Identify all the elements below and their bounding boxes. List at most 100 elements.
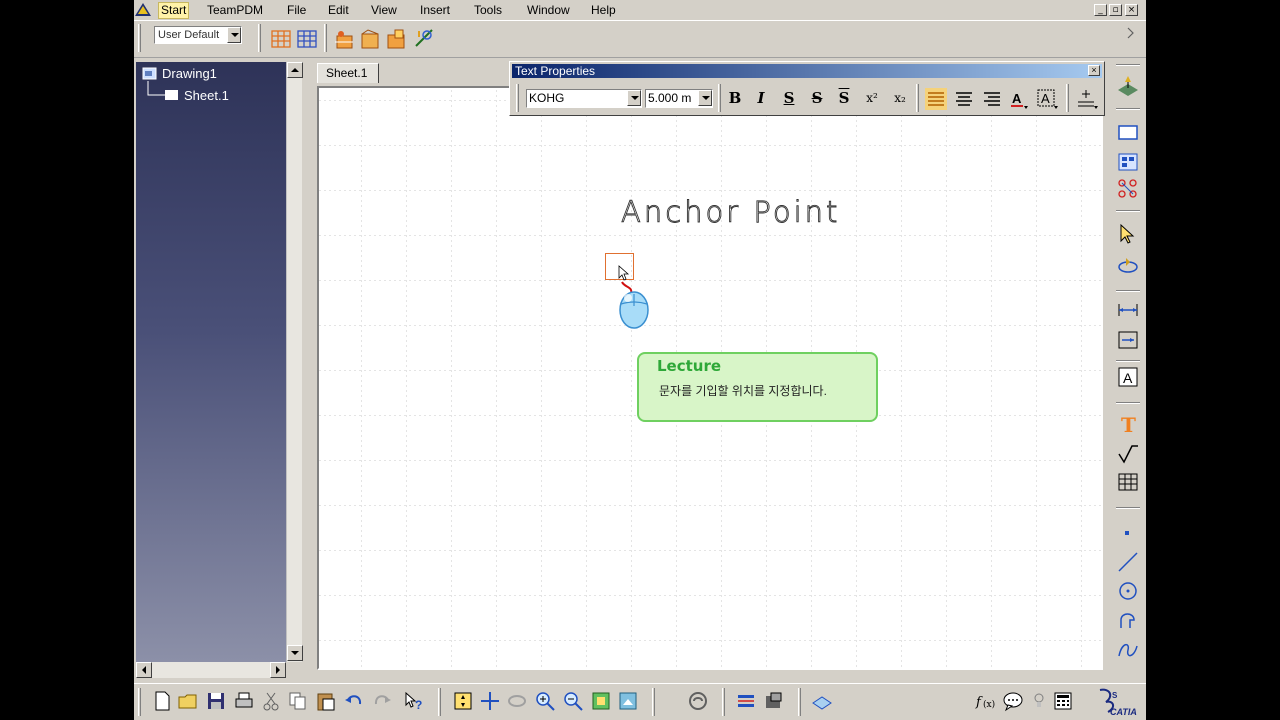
dimension-icon[interactable] [1116, 298, 1140, 322]
rotate-view-icon[interactable] [506, 690, 528, 712]
snap-grid-icon[interactable] [296, 28, 318, 50]
symbol-icon[interactable] [1116, 442, 1140, 466]
select-arrow-icon[interactable] [1116, 222, 1140, 246]
menu-help[interactable]: Help [589, 3, 618, 18]
redo-icon[interactable] [371, 690, 393, 712]
point-icon[interactable] [1116, 522, 1140, 546]
line-icon[interactable] [1116, 550, 1140, 574]
text-insert-icon[interactable]: T [1116, 412, 1140, 436]
whats-this-icon[interactable]: ? [403, 690, 425, 712]
cosmetic-icon[interactable] [359, 28, 381, 50]
projection-view-icon[interactable] [1116, 150, 1140, 174]
chevron-down-icon[interactable] [698, 90, 712, 106]
italic-button[interactable]: I [750, 87, 772, 109]
scroll-right-button[interactable] [270, 662, 286, 678]
dress-up-icon[interactable] [385, 28, 407, 50]
menu-file[interactable]: File [285, 3, 308, 18]
toolbar-grip[interactable] [258, 24, 261, 52]
anchor-position-icon[interactable] [1074, 88, 1100, 110]
workbench-select[interactable]: User Default [154, 26, 242, 44]
zoom-out-icon[interactable] [562, 690, 584, 712]
dress-up-toggle-icon[interactable] [763, 690, 785, 712]
toolbar-grip[interactable] [324, 24, 327, 52]
view-grid-icon[interactable] [333, 28, 355, 50]
undo-icon[interactable] [343, 690, 365, 712]
text-properties-titlebar[interactable]: Text Properties × [512, 64, 1102, 78]
chevron-down-icon[interactable] [627, 90, 641, 106]
strikethrough-button[interactable]: S [806, 87, 828, 109]
save-icon[interactable] [205, 690, 227, 712]
drawing-icon[interactable] [142, 67, 158, 81]
toolbar-grip[interactable] [1066, 84, 1069, 112]
menu-insert[interactable]: Insert [418, 3, 452, 18]
update-icon[interactable] [687, 690, 709, 712]
drafting-workbench-icon[interactable] [1116, 74, 1140, 98]
scroll-left-button[interactable] [136, 662, 152, 678]
menu-edit[interactable]: Edit [326, 3, 351, 18]
tree-horizontal-scrollbar[interactable] [136, 662, 286, 678]
cut-icon[interactable] [260, 690, 282, 712]
comment-icon[interactable] [1002, 690, 1024, 712]
toolbar-grip[interactable] [1116, 507, 1140, 509]
tree-node-sheet[interactable]: Sheet.1 [184, 88, 229, 103]
toolbar-grip[interactable] [1116, 290, 1140, 292]
anchor-point-text[interactable]: Anchor Point [621, 195, 840, 230]
toolbar-grip[interactable] [722, 688, 725, 716]
align-left-icon[interactable] [925, 88, 947, 110]
drawing-canvas[interactable]: Anchor Point Lecture 문자를 기입할 위치를 지정합니다. [317, 86, 1103, 670]
tree-vertical-scrollbar[interactable] [286, 62, 303, 662]
pan-icon[interactable] [479, 690, 501, 712]
close-button[interactable]: × [1125, 4, 1138, 16]
print-icon[interactable] [233, 690, 255, 712]
scroll-up-button[interactable] [287, 62, 303, 78]
dimension-toggle-icon[interactable] [735, 690, 757, 712]
toolbar-grip[interactable] [1116, 210, 1140, 212]
subscript-button[interactable]: x₂ [889, 87, 911, 109]
bold-button[interactable]: B [724, 87, 746, 109]
menu-start[interactable]: Start [158, 2, 190, 19]
layer-icon[interactable] [811, 690, 833, 712]
grid-icon[interactable] [270, 28, 292, 50]
table-icon[interactable] [1116, 470, 1140, 494]
sheet-icon[interactable] [165, 90, 178, 100]
superscript-button[interactable]: x² [861, 87, 883, 109]
normal-view-icon[interactable] [590, 690, 612, 712]
fit-all-icon[interactable] [452, 690, 474, 712]
toolbar-grip[interactable] [718, 84, 721, 112]
toolbar-grip[interactable] [652, 688, 655, 716]
menu-teampdm[interactable]: TeamPDM [205, 3, 265, 18]
menu-view[interactable]: View [369, 3, 399, 18]
new-file-icon[interactable] [151, 690, 173, 712]
calculator-icon[interactable] [1052, 690, 1074, 712]
close-icon[interactable]: × [1088, 65, 1100, 76]
text-icon[interactable]: A [1116, 365, 1140, 389]
toolbar-grip[interactable] [1116, 360, 1140, 362]
spline-icon[interactable] [1116, 638, 1140, 662]
toolbar-grip[interactable] [516, 84, 519, 112]
copy-icon[interactable] [287, 690, 309, 712]
menu-tools[interactable]: Tools [472, 3, 504, 18]
text-border-icon[interactable]: A [1036, 88, 1060, 110]
toolbar-grip[interactable] [1116, 108, 1140, 110]
toolbar-grip[interactable] [1116, 64, 1140, 66]
light-bulb-icon[interactable] [1028, 690, 1050, 712]
app-logo-icon[interactable] [135, 3, 151, 17]
new-view-icon[interactable] [1116, 120, 1140, 144]
formula-icon[interactable]: f (x) [975, 690, 997, 712]
restore-button[interactable]: ▫ [1109, 4, 1122, 16]
toolbar-chevron-icon[interactable] [1124, 26, 1138, 40]
paste-icon[interactable] [315, 690, 337, 712]
menu-window[interactable]: Window [525, 3, 572, 18]
toolbar-grip[interactable] [438, 688, 441, 716]
align-right-icon[interactable] [981, 88, 1003, 110]
open-folder-icon[interactable] [177, 690, 199, 712]
align-center-icon[interactable] [953, 88, 975, 110]
rotate-icon[interactable] [1116, 254, 1140, 278]
toolbar-grip[interactable] [138, 688, 141, 716]
dimension-edit-icon[interactable] [1116, 328, 1140, 352]
sheet-view-icon[interactable] [617, 690, 639, 712]
tree-node-drawing[interactable]: Drawing1 [162, 66, 217, 81]
toolbar-grip[interactable] [798, 688, 801, 716]
toolbar-grip[interactable] [138, 24, 141, 52]
section-view-icon[interactable] [1116, 177, 1140, 201]
